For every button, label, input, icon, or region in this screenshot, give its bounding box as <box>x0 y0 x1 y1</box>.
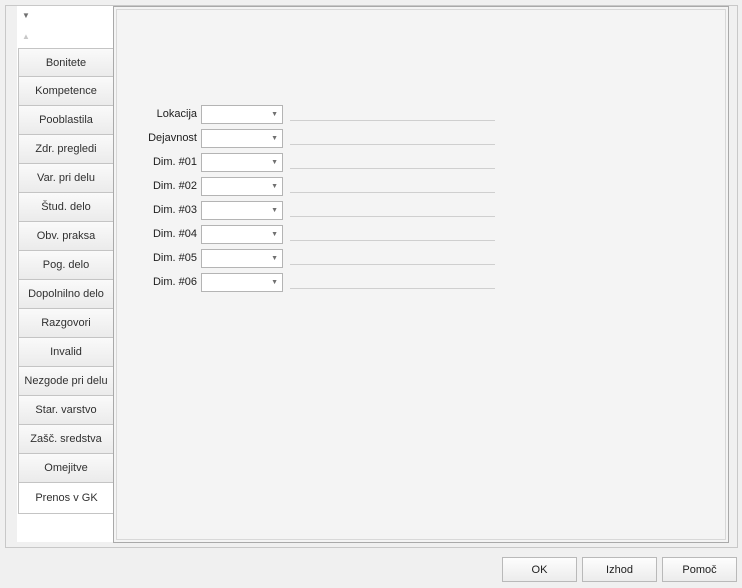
tab-obv-praksa[interactable]: Obv. praksa <box>18 222 114 251</box>
lokacija-input[interactable] <box>202 106 266 123</box>
chevron-down-icon[interactable]: ▼ <box>271 135 278 142</box>
lokacija-combo[interactable]: ▼ <box>201 105 283 124</box>
field-row-dim-02: Dim. #02 ▼ <box>114 177 514 197</box>
tab-dopolnilno-delo[interactable]: Dopolnilno delo <box>18 280 114 309</box>
chevron-down-icon[interactable]: ▼ <box>271 159 278 166</box>
ok-button[interactable]: OK <box>502 557 577 582</box>
field-row-lokacija: Lokacija ▼ <box>114 105 514 125</box>
dim-03-description <box>290 216 495 217</box>
chevron-down-icon[interactable]: ▼ <box>271 207 278 214</box>
dim-01-input[interactable] <box>202 154 266 171</box>
tab-list: Bonitete Kompetence Pooblastila Zdr. pre… <box>18 48 114 514</box>
field-label: Dim. #04 <box>152 228 197 240</box>
dejavnost-input[interactable] <box>202 130 266 147</box>
tab-prenos-v-gk[interactable]: Prenos v GK <box>18 483 114 514</box>
tab-omejitve[interactable]: Omejitve <box>18 454 114 483</box>
field-row-dejavnost: Dejavnost ▼ <box>114 129 514 149</box>
dim-06-input[interactable] <box>202 274 266 291</box>
field-label: Dim. #02 <box>152 180 197 192</box>
field-row-dim-05: Dim. #05 ▼ <box>114 249 514 269</box>
lokacija-description <box>290 120 495 121</box>
chevron-down-icon[interactable]: ▼ <box>271 255 278 262</box>
tab-stud-delo[interactable]: Štud. delo <box>18 193 114 222</box>
dim-02-input[interactable] <box>202 178 266 195</box>
chevron-down-icon[interactable]: ▼ <box>271 111 278 118</box>
dim-06-description <box>290 288 495 289</box>
dim-03-combo[interactable]: ▼ <box>201 201 283 220</box>
tab-razgovori[interactable]: Razgovori <box>18 309 114 338</box>
tab-zdr-pregledi[interactable]: Zdr. pregledi <box>18 135 114 164</box>
tab-bonitete[interactable]: Bonitete <box>18 48 114 77</box>
field-label: Dim. #06 <box>152 276 197 288</box>
chevron-down-icon[interactable]: ▼ <box>271 279 278 286</box>
field-label: Dejavnost <box>148 132 197 144</box>
scroll-up-icon[interactable]: ▲ <box>21 31 31 41</box>
field-row-dim-01: Dim. #01 ▼ <box>114 153 514 173</box>
dim-04-input[interactable] <box>202 226 266 243</box>
dim-05-combo[interactable]: ▼ <box>201 249 283 268</box>
help-button[interactable]: Pomoč <box>662 557 737 582</box>
field-label: Lokacija <box>156 108 197 120</box>
field-label: Dim. #05 <box>152 252 197 264</box>
dim-04-combo[interactable]: ▼ <box>201 225 283 244</box>
dim-05-input[interactable] <box>202 250 266 267</box>
tab-zasc-sredstva[interactable]: Zašč. sredstva <box>18 425 114 454</box>
tab-invalid[interactable]: Invalid <box>18 338 114 367</box>
scroll-down-icon[interactable]: ▼ <box>21 10 31 20</box>
field-row-dim-04: Dim. #04 ▼ <box>114 225 514 245</box>
dim-01-description <box>290 168 495 169</box>
field-row-dim-06: Dim. #06 ▼ <box>114 273 514 293</box>
exit-button[interactable]: Izhod <box>582 557 657 582</box>
dejavnost-combo[interactable]: ▼ <box>201 129 283 148</box>
tab-pooblastila[interactable]: Pooblastila <box>18 106 114 135</box>
dim-02-combo[interactable]: ▼ <box>201 177 283 196</box>
dim-05-description <box>290 264 495 265</box>
dim-06-combo[interactable]: ▼ <box>201 273 283 292</box>
tab-var-pri-delu[interactable]: Var. pri delu <box>18 164 114 193</box>
field-row-dim-03: Dim. #03 ▼ <box>114 201 514 221</box>
tab-nezgode-pri-delu[interactable]: Nezgode pri delu <box>18 367 114 396</box>
chevron-down-icon[interactable]: ▼ <box>271 231 278 238</box>
tab-kompetence[interactable]: Kompetence <box>18 77 114 106</box>
tab-star-varstvo[interactable]: Star. varstvo <box>18 396 114 425</box>
dejavnost-description <box>290 144 495 145</box>
dim-04-description <box>290 240 495 241</box>
tab-content-panel: Lokacija ▼ Dejavnost ▼ Dim. #01 ▼ Dim. #… <box>113 6 729 543</box>
dim-01-combo[interactable]: ▼ <box>201 153 283 172</box>
chevron-down-icon[interactable]: ▼ <box>271 183 278 190</box>
dim-03-input[interactable] <box>202 202 266 219</box>
tab-pog-delo[interactable]: Pog. delo <box>18 251 114 280</box>
field-label: Dim. #03 <box>152 204 197 216</box>
dim-02-description <box>290 192 495 193</box>
field-label: Dim. #01 <box>152 156 197 168</box>
